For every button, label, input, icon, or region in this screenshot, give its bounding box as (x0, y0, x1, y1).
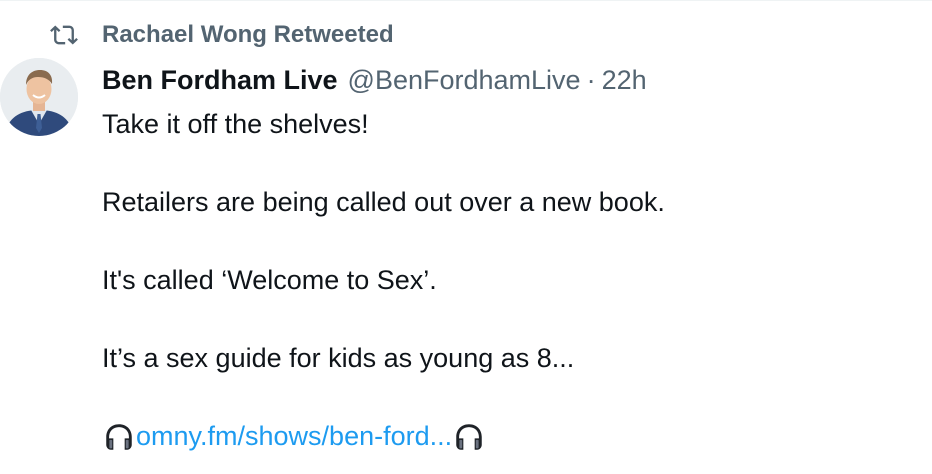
tweet-paragraph: It's called ‘Welcome to Sex’. (102, 265, 437, 295)
tweet-link-line: omny.fm/shows/ben-ford... (102, 417, 922, 456)
tweet-body: Ben Fordham Live @BenFordhamLive · 22h T… (102, 58, 922, 456)
tweet-link[interactable]: omny.fm/shows/ben-ford... (136, 417, 452, 456)
retweet-context[interactable]: Rachael Wong Retweeted (50, 18, 394, 52)
tweet-timestamp[interactable]: 22h (602, 65, 647, 96)
top-divider (0, 0, 932, 1)
tweet-header: Ben Fordham Live @BenFordhamLive · 22h (102, 58, 922, 102)
retweet-icon (50, 21, 78, 49)
avatar[interactable] (0, 58, 78, 136)
headphone-icon (102, 420, 136, 454)
header-separator: · (586, 64, 596, 95)
tweet-paragraph: Retailers are being called out over a ne… (102, 187, 665, 217)
tweet-paragraph: Take it off the shelves! (102, 109, 369, 139)
author-handle[interactable]: @BenFordhamLive (348, 65, 581, 96)
author-display-name[interactable]: Ben Fordham Live (102, 65, 338, 96)
tweet-paragraph: It’s a sex guide for kids as young as 8.… (102, 343, 575, 373)
headphone-icon (452, 420, 486, 454)
retweeted-by-label[interactable]: Rachael Wong Retweeted (102, 21, 394, 49)
tweet-text: Take it off the shelves! Retailers are b… (102, 105, 922, 456)
